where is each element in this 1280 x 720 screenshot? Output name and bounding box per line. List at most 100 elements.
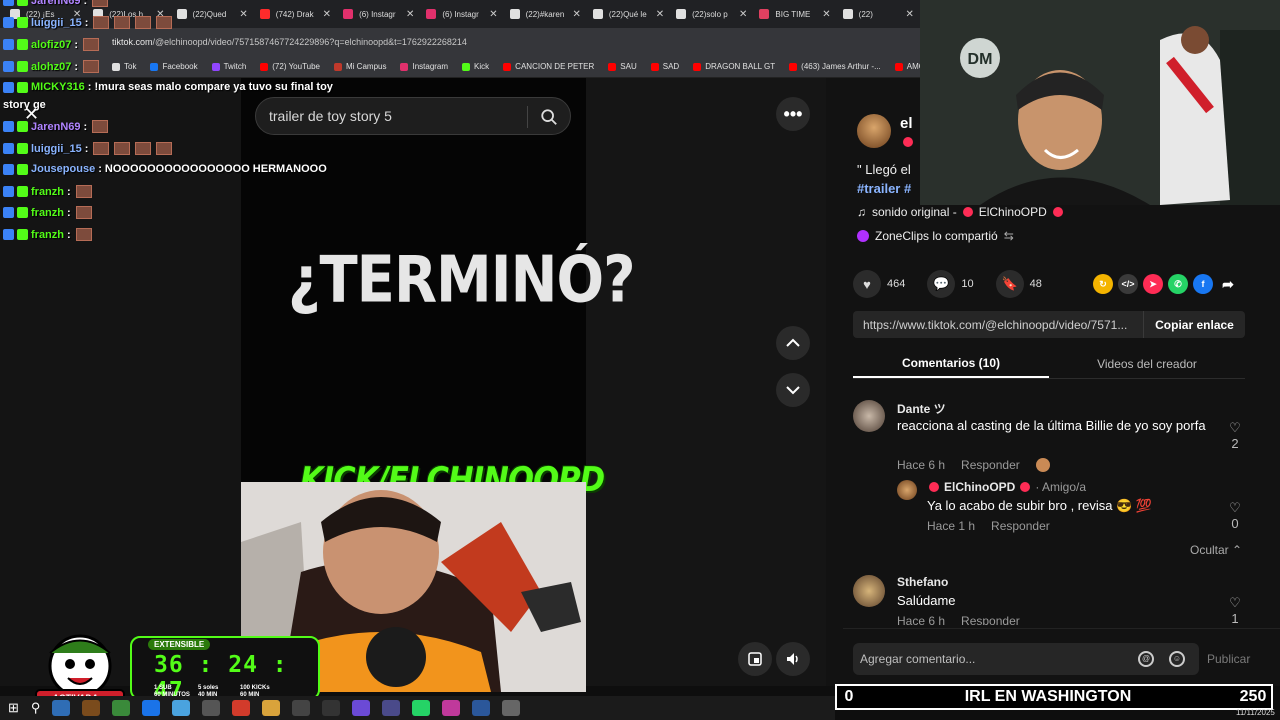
share-arrow-icon[interactable]: ➦ [1218, 274, 1238, 294]
bookmark-item[interactable]: CANCION DE PETER [503, 62, 594, 71]
chat-username[interactable]: luiggii_15 [31, 17, 82, 29]
copy-link-box: https://www.tiktok.com/@elchinoopd/video… [853, 311, 1245, 338]
bookmark-icon[interactable]: 🔖 [995, 270, 1024, 298]
commenter-avatar[interactable] [853, 400, 885, 432]
embed-icon[interactable]: </> [1118, 274, 1138, 294]
save-action[interactable]: 🔖 48 [995, 270, 1042, 298]
tab-creator-videos[interactable]: Videos del creador [1049, 349, 1245, 378]
reply-name[interactable]: ElChinoOPD [944, 480, 1015, 494]
picture-in-picture-button[interactable] [738, 642, 772, 676]
sound-row[interactable]: ♫ sonido original - ElChinoOPD [857, 205, 1063, 219]
chat-username[interactable]: luiggii_15 [31, 143, 82, 155]
browser-tab[interactable]: (6) Instagr ✕ [337, 2, 420, 26]
like-action[interactable]: ♥ 464 [853, 270, 905, 298]
taskbar-app-icon[interactable] [82, 700, 101, 716]
chat-username[interactable]: Jousepouse [31, 163, 95, 175]
heart-outline-icon[interactable]: ♡ [1225, 595, 1245, 611]
chat-username[interactable]: MICKY316 [31, 81, 85, 93]
taskbar-app-icon[interactable] [232, 700, 251, 716]
whatsapp-icon[interactable] [412, 700, 431, 716]
browser-tab[interactable]: (22)Qué le ✕ [587, 2, 670, 26]
windows-start-icon[interactable]: ⊞ [8, 700, 19, 716]
hide-replies-button[interactable]: Ocultar ⌃ [1190, 543, 1242, 557]
next-video-button[interactable] [776, 373, 810, 407]
browser-tab[interactable]: BIG TIME ✕ [753, 2, 836, 26]
author-avatar[interactable] [857, 114, 891, 148]
taskbar-app-icon[interactable] [352, 700, 371, 716]
heart-icon[interactable]: ♥ [853, 270, 881, 298]
comment-bubble-icon[interactable]: 💬 [927, 270, 956, 298]
search-icon[interactable]: ⚲ [31, 700, 41, 716]
facebook-icon[interactable]: f [1193, 274, 1213, 294]
post-link[interactable]: https://www.tiktok.com/@elchinoopd/video… [853, 318, 1143, 332]
close-tab-icon[interactable]: ✕ [739, 9, 747, 20]
comment-like[interactable]: ♡ 1 [1225, 595, 1245, 625]
reply-button[interactable]: Responder [961, 614, 1020, 625]
chat-username[interactable]: franzh [31, 207, 64, 219]
close-tab-icon[interactable]: ✕ [572, 9, 580, 20]
close-tab-icon[interactable]: ✕ [906, 9, 914, 20]
comment-input[interactable]: Agregar comentario... @ ☺ [853, 643, 1199, 675]
chat-username[interactable]: franzh [31, 229, 64, 241]
bookmark-item[interactable]: SAD [650, 62, 679, 71]
taskbar-app-icon[interactable] [292, 700, 311, 716]
taskbar-app-icon[interactable] [442, 700, 461, 716]
author-name[interactable]: el [900, 115, 913, 132]
shared-row[interactable]: ZoneClips lo compartió ⇆ [857, 229, 1014, 243]
taskbar-app-icon[interactable] [112, 700, 131, 716]
publish-button[interactable]: Publicar [1207, 652, 1250, 666]
heart-outline-icon[interactable]: ♡ [1225, 420, 1245, 436]
comment-like[interactable]: ♡ 2 [1225, 420, 1245, 451]
browser-tab[interactable]: (22) ✕ [837, 2, 920, 26]
browser-tab[interactable]: (22)solo p ✕ [670, 2, 753, 26]
bookmark-item[interactable]: AMOR [894, 62, 920, 71]
copy-link-button[interactable]: Copiar enlace [1143, 311, 1245, 338]
calculator-icon[interactable] [502, 700, 521, 716]
bookmark-item[interactable]: Mi Campus [334, 62, 386, 71]
close-tab-icon[interactable]: ✕ [822, 9, 830, 20]
bookmark-item[interactable]: DRAGON BALL GT [693, 62, 775, 71]
close-icon[interactable]: ✕ [24, 104, 39, 125]
more-options-button[interactable]: ••• [776, 97, 810, 131]
bookmark-item[interactable]: Kick [462, 62, 489, 71]
close-tab-icon[interactable]: ✕ [489, 9, 497, 20]
heart-outline-icon[interactable]: ♡ [1225, 500, 1245, 516]
repost-share-icon[interactable]: ↻ [1093, 274, 1113, 294]
previous-video-button[interactable] [776, 326, 810, 360]
mention-icon[interactable]: @ [1138, 651, 1154, 667]
volume-button[interactable] [776, 642, 810, 676]
commenter-avatar[interactable] [853, 575, 885, 607]
tab-comments[interactable]: Comentarios (10) [853, 349, 1049, 378]
chat-username[interactable]: JarenN69 [31, 0, 81, 7]
word-icon[interactable] [472, 700, 491, 716]
send-icon[interactable]: ➤ [1143, 274, 1163, 294]
chat-username[interactable]: alohz07 [31, 61, 71, 73]
taskbar-app-icon[interactable] [262, 700, 281, 716]
bookmark-item[interactable]: Instagram [400, 62, 448, 71]
whatsapp-icon[interactable]: ✆ [1168, 274, 1188, 294]
reply-avatar[interactable] [897, 480, 917, 500]
commenter-name[interactable]: Dante ツ [897, 400, 946, 417]
taskbar-app-icon[interactable] [202, 700, 221, 716]
taskbar-app-icon[interactable] [382, 700, 401, 716]
taskbar-app-icon[interactable] [142, 700, 161, 716]
taskbar-app-icon[interactable] [52, 700, 71, 716]
comment-action[interactable]: 💬 10 [927, 270, 974, 298]
close-tab-icon[interactable]: ✕ [406, 9, 414, 20]
reply-button[interactable]: Responder [991, 519, 1050, 533]
chat-username[interactable]: alofiz07 [31, 39, 71, 51]
taskbar-app-icon[interactable] [322, 700, 341, 716]
browser-tab[interactable]: (22)#karen ✕ [504, 2, 587, 26]
emoji-icon[interactable]: ☺ [1169, 651, 1185, 667]
reply-button[interactable]: Responder [961, 458, 1020, 472]
chat-username[interactable]: franzh [31, 186, 64, 198]
close-tab-icon[interactable]: ✕ [656, 9, 664, 20]
taskbar-app-icon[interactable] [172, 700, 191, 716]
commenter-name[interactable]: Sthefano [897, 575, 948, 589]
search-icon[interactable] [540, 108, 558, 126]
browser-tab[interactable]: (6) Instagr ✕ [420, 2, 503, 26]
reply-like[interactable]: ♡ 0 [1225, 500, 1245, 531]
post-hashtags[interactable]: #trailer # [857, 181, 911, 196]
bookmark-item[interactable]: (463) James Arthur -... [789, 62, 881, 71]
bookmark-item[interactable]: SAU [608, 62, 637, 71]
